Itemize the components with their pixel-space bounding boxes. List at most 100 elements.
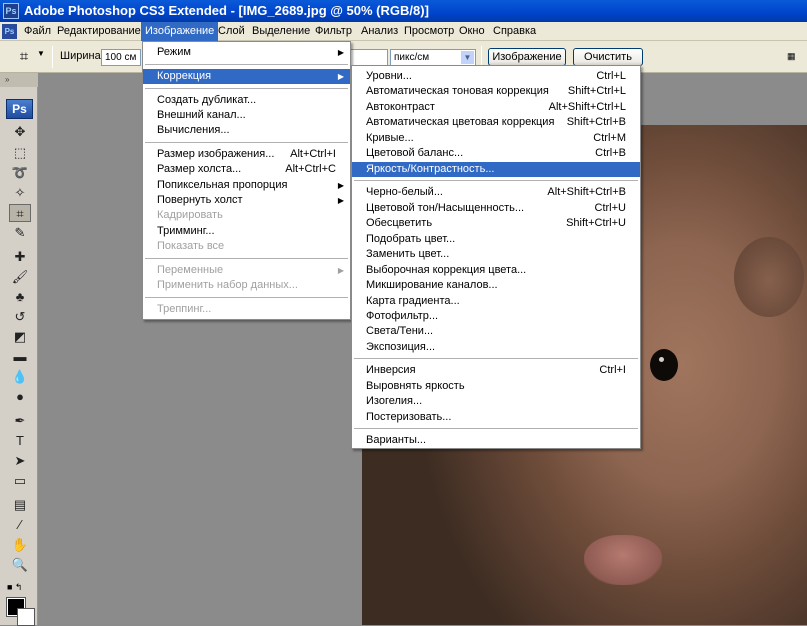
menu-item-auto-contrast[interactable]: Автоконтраст Alt+Shift+Ctrl+L bbox=[352, 100, 640, 115]
menu-item-photo-filter[interactable]: Фотофильтр... bbox=[352, 309, 640, 324]
menu-analysis[interactable]: Анализ bbox=[357, 22, 402, 41]
crop-tool-icon[interactable]: ⌗ bbox=[9, 204, 31, 222]
menu-item-auto-color[interactable]: Автоматическая цветовая коррекция Shift+C… bbox=[352, 115, 640, 130]
move-tool-icon[interactable]: ✥ bbox=[9, 123, 31, 141]
menu-item-brightness-contrast[interactable]: Яркость/Контрастность... bbox=[352, 162, 640, 177]
menu-item-levels[interactable]: Уровни... Ctrl+L bbox=[352, 69, 640, 84]
menu-item-label: Переменные bbox=[157, 264, 224, 276]
marquee-tool-icon[interactable]: ⬚ bbox=[9, 144, 31, 162]
menu-item-calculations[interactable]: Вычисления... bbox=[143, 123, 350, 138]
eraser-tool-icon[interactable]: ◩ bbox=[9, 328, 31, 346]
palette-well-icon[interactable]: ▦ bbox=[787, 51, 801, 63]
resolution-unit-select[interactable]: пикс/см ▼ bbox=[390, 49, 476, 66]
menu-item-shortcut: Shift+Ctrl+B bbox=[566, 116, 626, 128]
menu-edit[interactable]: Редактирование bbox=[53, 22, 145, 41]
menu-item-label: Коррекция bbox=[157, 70, 212, 82]
eyedropper-tool-icon[interactable]: ⁄ bbox=[9, 516, 31, 534]
menu-view[interactable]: Просмотр bbox=[400, 22, 458, 41]
gradient-tool-icon[interactable]: ▬ bbox=[9, 348, 31, 366]
menu-item-canvas-size[interactable]: Размер холста... Alt+Ctrl+C bbox=[143, 162, 350, 177]
blur-tool-icon[interactable]: 💧 bbox=[9, 368, 31, 386]
image-menu: Режим ▶ Коррекция ▶ Создать дубликат... Вн… bbox=[142, 41, 351, 320]
menu-item-apply-image[interactable]: Внешний канал... bbox=[143, 108, 350, 123]
menu-item-variations[interactable]: Варианты... bbox=[352, 433, 640, 448]
chevron-down-icon[interactable]: ▼ bbox=[37, 49, 45, 58]
menu-item-shortcut: Ctrl+B bbox=[595, 147, 626, 159]
menu-item-adjustments[interactable]: Коррекция ▶ bbox=[143, 69, 350, 84]
menu-file[interactable]: Файл bbox=[20, 22, 55, 41]
menu-item-pixel-aspect-ratio[interactable]: Попиксельная пропорция ▶ bbox=[143, 178, 350, 193]
dodge-tool-icon[interactable]: ● bbox=[9, 388, 31, 406]
magic-wand-tool-icon[interactable]: ✧ bbox=[9, 184, 31, 202]
path-selection-tool-icon[interactable]: ➤ bbox=[9, 452, 31, 470]
brush-tool-icon[interactable]: 🖌 bbox=[9, 268, 31, 286]
menu-item-hue-saturation[interactable]: Цветовой тон/Насыщенность... Ctrl+U bbox=[352, 201, 640, 216]
menu-item-invert[interactable]: Инверсия Ctrl+I bbox=[352, 363, 640, 378]
photoshop-app-icon[interactable]: Ps bbox=[3, 3, 19, 19]
menu-item-color-balance[interactable]: Цветовой баланс... Ctrl+B bbox=[352, 146, 640, 161]
menu-item-curves[interactable]: Кривые... Ctrl+M bbox=[352, 131, 640, 146]
width-field[interactable]: 100 см bbox=[101, 49, 141, 66]
clear-button[interactable]: Очистить bbox=[573, 48, 643, 66]
pen-tool-icon[interactable]: ✒ bbox=[9, 412, 31, 430]
menu-item-gradient-map[interactable]: Карта градиента... bbox=[352, 294, 640, 309]
menu-filter[interactable]: Фильтр bbox=[311, 22, 356, 41]
menu-item-label: Уровни... bbox=[366, 70, 412, 82]
toolbox-collapse-icon[interactable]: » bbox=[0, 73, 38, 87]
menu-item-selective-color[interactable]: Выборочная коррекция цвета... bbox=[352, 263, 640, 278]
shape-tool-icon[interactable]: ▭ bbox=[9, 472, 31, 490]
menu-item-channel-mixer[interactable]: Микширование каналов... bbox=[352, 278, 640, 293]
hamster-ear bbox=[734, 237, 804, 317]
menu-item-label: Кадрировать bbox=[157, 209, 223, 221]
lasso-tool-icon[interactable]: ➰ bbox=[9, 164, 31, 182]
menu-item-label: Света/Тени... bbox=[366, 325, 434, 337]
menu-help[interactable]: Справка bbox=[489, 22, 540, 41]
menu-window[interactable]: Окно bbox=[455, 22, 489, 41]
menu-item-label: Применить набор данных... bbox=[157, 279, 298, 291]
menu-item-label: Микширование каналов... bbox=[366, 279, 498, 291]
crop-tool-icon[interactable]: ⌗ bbox=[15, 48, 33, 66]
menu-separator bbox=[145, 142, 348, 143]
resolution-field[interactable] bbox=[350, 49, 388, 66]
menu-item-shortcut: Alt+Shift+Ctrl+L bbox=[548, 101, 626, 113]
notes-tool-icon[interactable]: ▤ bbox=[9, 496, 31, 514]
swap-colors-icon[interactable]: ■ ↰ bbox=[7, 582, 33, 593]
clone-stamp-tool-icon[interactable]: ♣ bbox=[9, 288, 31, 306]
menu-item-auto-levels[interactable]: Автоматическая тоновая коррекция Shift+Ct… bbox=[352, 84, 640, 99]
menu-item-shadows-highlights[interactable]: Света/Тени... bbox=[352, 324, 640, 339]
menu-item-rotate-canvas[interactable]: Повернуть холст ▶ bbox=[143, 193, 350, 208]
menu-item-threshold[interactable]: Изогелия... bbox=[352, 394, 640, 409]
document-icon[interactable]: Ps bbox=[2, 24, 17, 39]
menu-bar: Ps Файл Редактирование Изображение Слой … bbox=[0, 22, 807, 41]
healing-brush-tool-icon[interactable]: ✚ bbox=[9, 248, 31, 266]
front-image-button[interactable]: Изображение bbox=[488, 48, 566, 66]
menu-separator bbox=[145, 297, 348, 298]
hamster-paws bbox=[584, 535, 662, 585]
menu-item-black-white[interactable]: Черно-белый... Alt+Shift+Ctrl+B bbox=[352, 185, 640, 200]
zoom-tool-icon[interactable]: 🔍 bbox=[9, 556, 31, 574]
hand-tool-icon[interactable]: ✋ bbox=[9, 536, 31, 554]
menu-item-duplicate[interactable]: Создать дубликат... bbox=[143, 93, 350, 108]
menu-item-trim[interactable]: Тримминг... bbox=[143, 224, 350, 239]
menu-item-match-color[interactable]: Подобрать цвет... bbox=[352, 232, 640, 247]
menu-item-shortcut: Alt+Ctrl+C bbox=[285, 163, 336, 175]
photoshop-logo[interactable]: Ps bbox=[6, 99, 33, 119]
history-brush-tool-icon[interactable]: ↺ bbox=[9, 308, 31, 326]
menu-select[interactable]: Выделение bbox=[248, 22, 314, 41]
menu-item-exposure[interactable]: Экспозиция... bbox=[352, 340, 640, 355]
menu-item-posterize[interactable]: Постеризовать... bbox=[352, 410, 640, 425]
menu-item-mode[interactable]: Режим ▶ bbox=[143, 45, 350, 60]
background-color-swatch[interactable] bbox=[17, 608, 35, 626]
menu-item-label: Постеризовать... bbox=[366, 411, 452, 423]
menu-layer[interactable]: Слой bbox=[214, 22, 249, 41]
menu-item-equalize[interactable]: Выровнять яркость bbox=[352, 379, 640, 394]
type-tool-icon[interactable]: T bbox=[9, 432, 31, 450]
menu-item-replace-color[interactable]: Заменить цвет... bbox=[352, 247, 640, 262]
slice-tool-icon[interactable]: ✎ bbox=[9, 224, 31, 242]
menu-item-shortcut: Ctrl+L bbox=[596, 70, 626, 82]
menu-item-label: Попиксельная пропорция bbox=[157, 179, 288, 191]
menu-item-shortcut: Alt+Ctrl+I bbox=[290, 148, 336, 160]
menu-item-image-size[interactable]: Размер изображения... Alt+Ctrl+I bbox=[143, 147, 350, 162]
menu-image[interactable]: Изображение bbox=[141, 22, 219, 41]
menu-item-desaturate[interactable]: Обесцветить Shift+Ctrl+U bbox=[352, 216, 640, 231]
